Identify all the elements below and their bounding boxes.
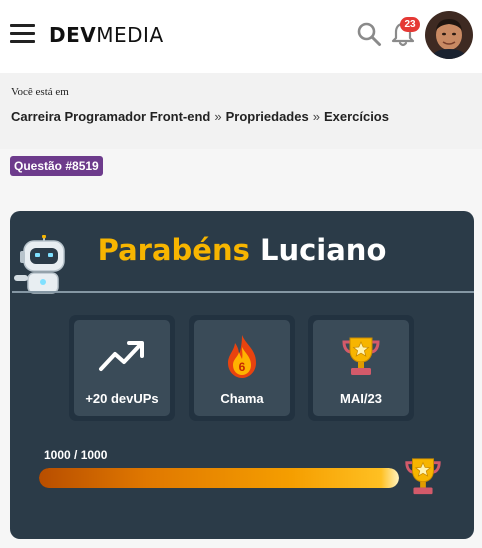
breadcrumb-separator: » [312,109,320,124]
trending-up-icon [99,341,144,371]
stat-chama: 6 Chama [189,315,295,421]
stat-month-label: MAI/23 [340,391,382,406]
flame-count: 6 [239,360,246,374]
search-icon[interactable] [356,21,382,47]
top-bar: DEVMEDIA 23 [0,0,482,73]
stat-chama-label: Chama [220,391,264,406]
menu-icon[interactable] [10,24,35,43]
progress-label: 1000 / 1000 [44,448,108,462]
progress-bar [39,468,399,488]
stat-month: MAI/23 [308,315,414,421]
breadcrumb-item-exercicios[interactable]: Exercícios [324,109,389,124]
congrats-greeting: Parabéns [97,233,250,267]
card-divider [12,291,474,293]
breadcrumb-label: Você está em [11,86,69,98]
breadcrumb-item-carreira[interactable]: Carreira Programador Front-end [11,109,210,124]
congrats-title: Parabéns Luciano [10,233,474,267]
progress-fill [39,468,399,488]
breadcrumb-separator: » [214,109,222,124]
trophy-icon [342,337,380,375]
stat-devups-label: +20 devUPs [85,391,159,406]
devmedia-logo[interactable]: DEVMEDIA [49,23,164,47]
notification-count-badge: 23 [400,17,420,32]
stat-devups: +20 devUPs [69,315,175,421]
question-badge: Questão #8519 [10,156,103,176]
breadcrumb-item-propriedades[interactable]: Propriedades [226,109,309,124]
congrats-name: Luciano [259,233,387,267]
congrats-card: Parabéns Luciano +20 devUPs 6 Chama MAI/… [10,211,474,539]
breadcrumb: Carreira Programador Front-end» Proprieda… [11,109,389,124]
progress-trophy-icon [405,458,441,495]
flame-icon: 6 [228,335,256,378]
avatar[interactable] [425,11,473,59]
